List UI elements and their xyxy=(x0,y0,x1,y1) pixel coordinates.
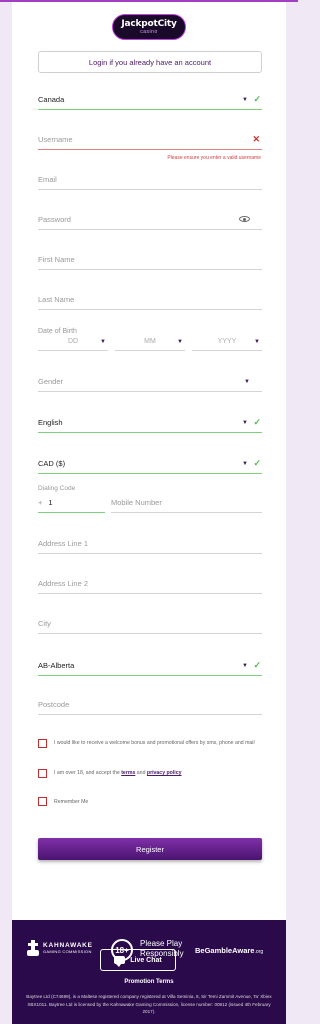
terms-prefix: I am over 18, and accept the xyxy=(54,770,120,776)
dob-day-select[interactable]: DD ▼ xyxy=(38,333,108,351)
remember-me-checkbox[interactable] xyxy=(38,797,47,806)
login-link-button[interactable]: Login if you already have an account xyxy=(38,51,262,73)
province-select[interactable]: AB-Alberta ▼ ✓ xyxy=(38,656,262,676)
live-chat-button[interactable]: Live Chat xyxy=(100,949,176,971)
chevron-down-icon: ▼ xyxy=(177,338,183,345)
gender-placeholder: Gender xyxy=(38,377,64,386)
jackpotcity-logo[interactable]: JackpotCity casino xyxy=(112,14,186,40)
check-icon: ✓ xyxy=(253,458,261,468)
logo-sub-text: casino xyxy=(140,29,158,35)
address-line-1-input[interactable]: Address Line 1 xyxy=(38,534,262,554)
password-input[interactable]: Password xyxy=(38,210,262,230)
email-placeholder: Email xyxy=(38,175,57,184)
chat-bubble-icon xyxy=(114,956,126,967)
currency-select[interactable]: CAD ($) ▼ ✓ xyxy=(38,454,262,474)
email-input[interactable]: Email xyxy=(38,170,262,190)
remember-me-label: Remember Me xyxy=(54,799,89,805)
legal-text: Baytree Ltd (C74699), is a Maltese regis… xyxy=(26,994,272,1014)
kahnawake-logo[interactable]: KAHNAWAKE GAMING COMMISSION xyxy=(26,938,93,958)
mobile-placeholder: Mobile Number xyxy=(111,498,162,507)
last-name-input[interactable]: Last Name xyxy=(38,290,262,310)
address-1-placeholder: Address Line 1 xyxy=(38,539,89,548)
dialing-plus: + xyxy=(38,498,43,507)
mobile-number-input[interactable]: Mobile Number xyxy=(111,493,262,513)
terms-link[interactable]: terms xyxy=(121,770,135,776)
dob-month-select[interactable]: MM ▼ xyxy=(115,333,185,351)
register-button[interactable]: Register xyxy=(38,838,262,860)
check-icon: ✓ xyxy=(253,660,261,670)
country-value: Canada xyxy=(38,95,65,104)
language-select[interactable]: English ▼ ✓ xyxy=(38,413,262,433)
gender-select[interactable]: Gender ▼ xyxy=(38,372,262,392)
username-error-message: Please ensure you enter a valid username xyxy=(167,155,261,161)
username-placeholder: Username xyxy=(38,135,73,144)
chevron-down-icon: ▼ xyxy=(242,419,248,426)
begambleaware-text: BeGambleAware xyxy=(195,946,255,955)
live-chat-label: Live Chat xyxy=(130,956,162,964)
postcode-placeholder: Postcode xyxy=(38,700,70,709)
address-2-placeholder: Address Line 2 xyxy=(38,579,89,588)
currency-value: CAD ($) xyxy=(38,459,66,468)
terms-checkbox[interactable] xyxy=(38,769,47,778)
chevron-down-icon: ▼ xyxy=(100,338,106,345)
dob-day-value: DD xyxy=(67,338,79,345)
province-value: AB-Alberta xyxy=(38,661,75,670)
chevron-down-icon: ▼ xyxy=(242,662,248,669)
promotion-terms-link[interactable]: Promotion Terms xyxy=(12,979,286,985)
check-icon: ✓ xyxy=(253,94,261,104)
last-name-placeholder: Last Name xyxy=(38,295,75,304)
error-x-icon: ✕ xyxy=(252,134,260,144)
check-icon: ✓ xyxy=(253,417,261,427)
city-placeholder: City xyxy=(38,619,51,628)
language-value: English xyxy=(38,418,63,427)
privacy-policy-link[interactable]: privacy policy xyxy=(147,770,182,776)
city-input[interactable]: City xyxy=(38,614,262,634)
promo-checkbox[interactable] xyxy=(38,739,47,748)
kahnawake-text: KAHNAWAKE xyxy=(43,942,93,949)
logo-main-text: JackpotCity xyxy=(121,19,177,29)
dob-month-value: MM xyxy=(144,338,156,345)
dob-year-select[interactable]: YYYY ▼ xyxy=(192,333,262,351)
chevron-down-icon: ▼ xyxy=(242,460,248,467)
first-name-placeholder: First Name xyxy=(38,255,75,264)
dialing-code-label: Dialing Code xyxy=(38,485,76,492)
kahnawake-emblem-icon xyxy=(26,938,40,958)
chevron-down-icon: ▼ xyxy=(254,338,260,345)
begambleaware-logo[interactable]: BeGambleAware.org xyxy=(195,946,263,955)
chevron-down-icon: ▼ xyxy=(242,96,248,103)
promo-checkbox-label: I would like to receive a welcome bonus … xyxy=(54,740,255,746)
eye-icon[interactable] xyxy=(239,216,250,222)
terms-and: and xyxy=(136,770,146,776)
dialing-code-value: 1 xyxy=(48,498,53,507)
postcode-input[interactable]: Postcode xyxy=(38,695,262,715)
password-placeholder: Password xyxy=(38,215,71,224)
username-input[interactable]: Username ✕ xyxy=(38,130,262,150)
chevron-down-icon: ▼ xyxy=(244,378,250,385)
kahnawake-sub-text: GAMING COMMISSION xyxy=(43,949,92,954)
address-line-2-input[interactable]: Address Line 2 xyxy=(38,574,262,594)
country-select[interactable]: Canada ▼ ✓ xyxy=(38,90,262,110)
dob-year-value: YYYY xyxy=(217,338,237,345)
terms-checkbox-label: I am over 18, and accept the terms and p… xyxy=(54,770,264,777)
please-play-line-1: Please Play xyxy=(140,939,183,948)
dialing-code-input[interactable]: + 1 xyxy=(38,493,105,513)
first-name-input[interactable]: First Name xyxy=(38,250,262,270)
begambleaware-org: .org xyxy=(254,949,264,955)
